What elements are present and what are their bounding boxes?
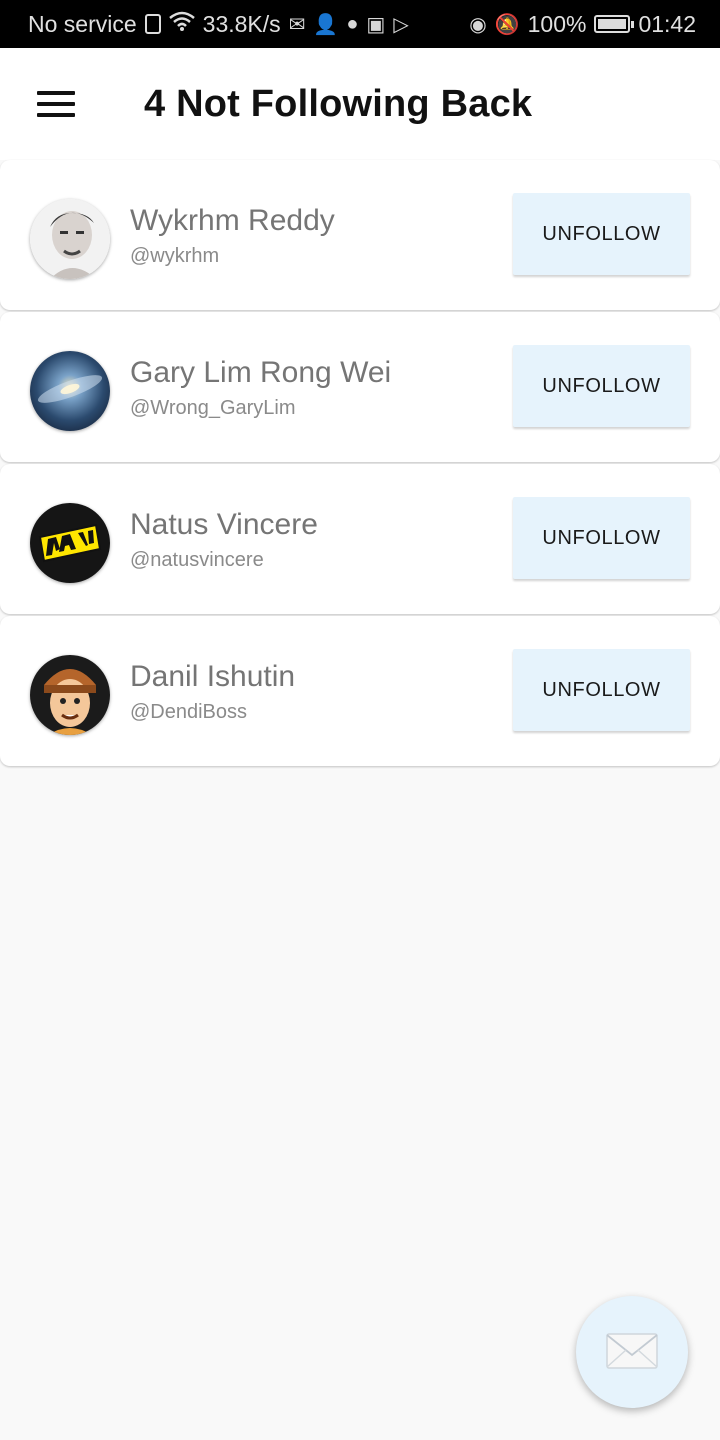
unfollow-button[interactable]: UNFOLLOW [513,193,690,275]
avatar[interactable] [30,655,110,735]
mute-notifications-icon: 🔕 [494,13,520,36]
status-bar: No service 33.8K/s ✉ 👤 ● ▣ ▷ ◉ 🔕 100% 01… [0,0,720,48]
email-notification-icon: ✉ [288,13,306,36]
user-handle: @Wrong_GaryLim [130,397,296,419]
network-speed: 33.8K/s [202,10,281,37]
sim-alert-icon [144,14,161,34]
user-handle: @wykrhm [130,245,220,267]
list-item: Natus Vincere @natusvincere UNFOLLOW [0,464,720,614]
avatar[interactable] [30,351,110,431]
user-name: Natus Vincere [130,508,318,541]
clock: 01:42 [638,10,696,37]
hamburger-icon[interactable] [37,91,75,117]
user-name: Danil Ishutin [130,660,296,693]
unfollow-button[interactable]: UNFOLLOW [513,345,690,427]
mail-fab-button[interactable] [576,1296,688,1408]
user-name: Wykrhm Reddy [130,204,335,237]
unfollow-button[interactable]: UNFOLLOW [513,497,690,579]
avatar[interactable] [30,503,110,583]
app-bar: 4 Not Following Back [0,48,720,160]
list-item: Wykrhm Reddy @wykrhm UNFOLLOW [0,160,720,310]
avatar[interactable] [30,199,110,279]
eye-comfort-icon: ◉ [469,13,487,36]
user-handle: @DendiBoss [130,701,248,723]
wifi-icon [168,11,195,37]
page-title: 4 Not Following Back [144,82,533,125]
play-store-icon: ▷ [393,13,409,36]
user-name: Gary Lim Rong Wei [130,356,392,389]
battery-percent: 100% [527,10,587,37]
shopping-bag-icon: ▣ [366,13,386,36]
add-contact-icon: 👤 [313,13,339,36]
user-list: Wykrhm Reddy @wykrhm UNFOLLOW Gary Lim R… [0,160,720,768]
mail-icon [606,1332,658,1372]
messenger-icon: ● [346,12,359,35]
battery-icon [594,15,635,33]
list-item: Danil Ishutin @DendiBoss UNFOLLOW [0,616,720,766]
unfollow-button[interactable]: UNFOLLOW [513,649,690,731]
user-handle: @natusvincere [130,549,264,571]
carrier-text: No service [28,10,137,37]
list-item: Gary Lim Rong Wei @Wrong_GaryLim UNFOLLO… [0,312,720,462]
